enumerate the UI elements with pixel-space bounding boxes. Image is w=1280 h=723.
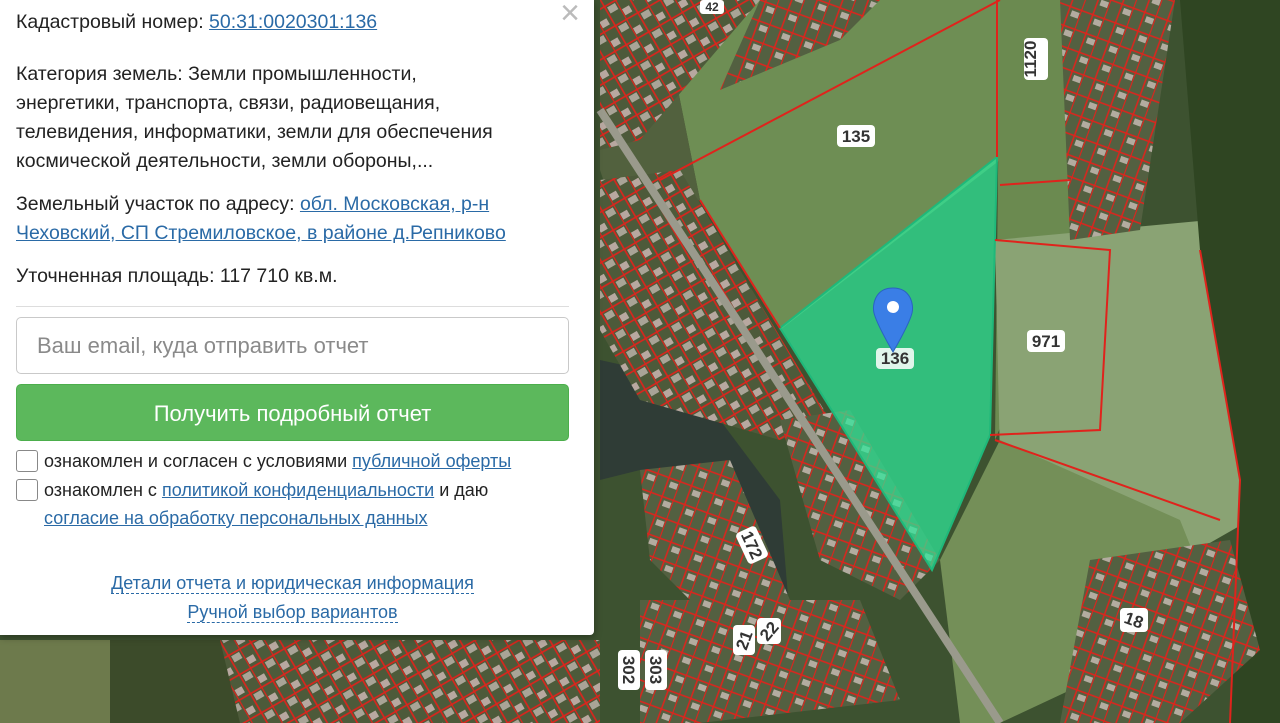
public-offer-link[interactable]: публичной оферты	[352, 451, 511, 471]
personal-data-consent-link[interactable]: согласие на обработку персональных данны…	[44, 508, 428, 528]
get-report-button[interactable]: Получить подробный отчет	[16, 384, 569, 441]
address-link[interactable]: Чеховский, СП Стремиловское, в районе д.…	[16, 222, 506, 244]
privacy-checkbox-row: ознакомлен с политикой конфиденциальност…	[16, 476, 569, 532]
address-link[interactable]: обл. Московская, р-н	[300, 193, 489, 215]
parcel-label: 302	[619, 656, 638, 684]
parcel-label: 1120	[1021, 41, 1040, 78]
address-label: Земельный участок по адресу:	[16, 193, 295, 215]
category-line: энергетики, транспорта, связи, радиовеща…	[16, 92, 441, 114]
divider	[16, 306, 569, 307]
footer-links: Детали отчета и юридическая информация Р…	[16, 569, 569, 627]
offer-checkbox[interactable]	[16, 450, 38, 472]
category-line: телевидения, информатики, земли для обес…	[16, 121, 493, 143]
privacy-checkbox[interactable]	[16, 479, 38, 501]
parcel-label: 971	[1032, 332, 1060, 351]
parcel-info-panel: × Кадастровый номер: 50:31:0020301:136 К…	[0, 0, 594, 635]
parcel-label: 303	[646, 656, 665, 684]
category-line: космической деятельности, земли обороны,…	[16, 150, 434, 172]
manual-selection-link[interactable]: Ручной выбор вариантов	[187, 602, 398, 623]
parcel-label: 42	[705, 0, 719, 14]
land-category: Категория земель: Земли промышленности, …	[16, 60, 569, 176]
cadastral-number-link[interactable]: 50:31:0020301:136	[209, 11, 377, 33]
category-line: Категория земель: Земли промышленности,	[16, 63, 417, 85]
report-details-link[interactable]: Детали отчета и юридическая информация	[111, 573, 474, 594]
close-icon[interactable]: ×	[560, 0, 580, 30]
area-row: Уточненная площадь: 117 710 кв.м.	[16, 262, 569, 291]
address-row: Земельный участок по адресу: обл. Москов…	[16, 190, 569, 248]
privacy-policy-link[interactable]: политикой конфиденциальности	[162, 480, 434, 500]
cadastral-row: Кадастровый номер: 50:31:0020301:136	[16, 8, 569, 37]
area-value: 117 710 кв.м.	[219, 265, 338, 287]
offer-checkbox-row: ознакомлен и согласен с условиями публич…	[16, 447, 569, 475]
offer-text: ознакомлен и согласен с условиями публич…	[44, 451, 512, 471]
privacy-text: ознакомлен с политикой конфиденциальност…	[44, 480, 489, 528]
parcel-label: 135	[842, 127, 870, 146]
area-label: Уточненная площадь:	[16, 265, 215, 287]
email-input[interactable]	[16, 317, 569, 374]
parcel-label: 136	[881, 349, 909, 368]
cadastral-label: Кадастровый номер:	[16, 11, 204, 33]
